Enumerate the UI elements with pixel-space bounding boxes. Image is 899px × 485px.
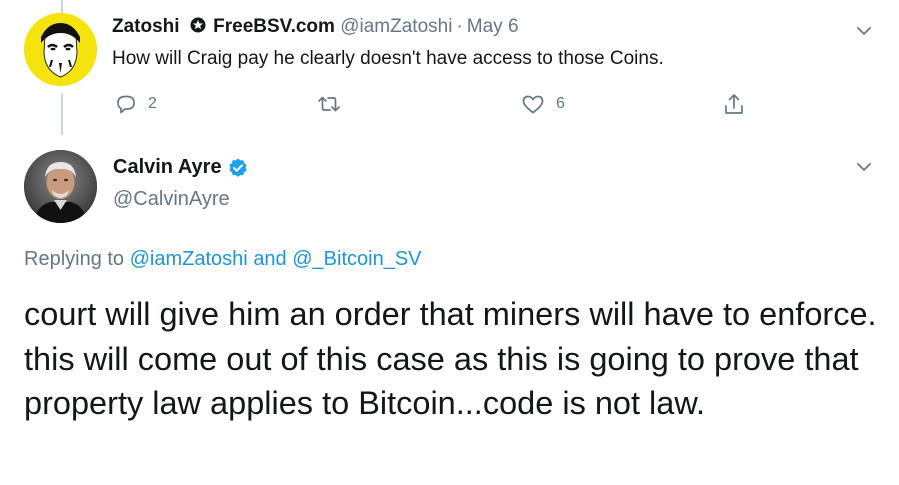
thread-line-top: [61, 0, 63, 14]
retweet-icon: [318, 96, 340, 112]
verified-badge-icon: [228, 158, 247, 177]
tweet-text: court will give him an order that miners…: [24, 296, 877, 421]
like-button[interactable]: 6: [520, 92, 565, 116]
separator: ·: [456, 16, 463, 37]
mention-link-iamzatoshi[interactable]: @iamZatoshi: [130, 248, 248, 270]
thread-line-connector: [61, 93, 63, 135]
tweet-text: How will Craig pay he clearly doesn't ha…: [112, 48, 664, 69]
replying-and: and: [253, 248, 287, 270]
replying-prefix: Replying to: [24, 248, 125, 270]
share-button[interactable]: [722, 91, 746, 117]
like-count: 6: [556, 95, 565, 112]
author-name[interactable]: Zatoshi: [112, 16, 180, 37]
chevron-down-icon[interactable]: [853, 20, 875, 42]
retweet-button[interactable]: [316, 92, 342, 116]
avatar-zatoshi[interactable]: [24, 13, 97, 86]
avatar-calvin-ayre[interactable]: [24, 150, 97, 223]
mention-link-bitcoin-sv[interactable]: @_Bitcoin_SV: [292, 248, 421, 270]
reply-icon: [117, 95, 135, 114]
share-icon: [725, 94, 743, 114]
tweet-date[interactable]: May 6: [467, 16, 519, 37]
author-name-suffix[interactable]: FreeBSV.com: [213, 16, 335, 37]
tweet-header: Zatoshi FreeBSV.com @iamZatoshi · May 6: [112, 16, 519, 38]
chevron-down-icon[interactable]: [853, 156, 875, 178]
author-name[interactable]: Calvin Ayre: [113, 156, 222, 179]
like-icon: [522, 95, 544, 114]
author-handle[interactable]: @iamZatoshi: [340, 16, 452, 37]
guy-fawkes-mask-icon: [24, 13, 97, 86]
reply-count: 2: [148, 95, 157, 112]
replying-to: Replying to @iamZatoshi and @_Bitcoin_SV: [24, 248, 422, 271]
star-badge-icon: [190, 17, 206, 33]
profile-photo-icon: [24, 150, 97, 223]
author-handle[interactable]: @CalvinAyre: [113, 188, 230, 211]
reply-button[interactable]: 2: [114, 92, 157, 116]
author-name-row: Calvin Ayre: [113, 156, 249, 179]
